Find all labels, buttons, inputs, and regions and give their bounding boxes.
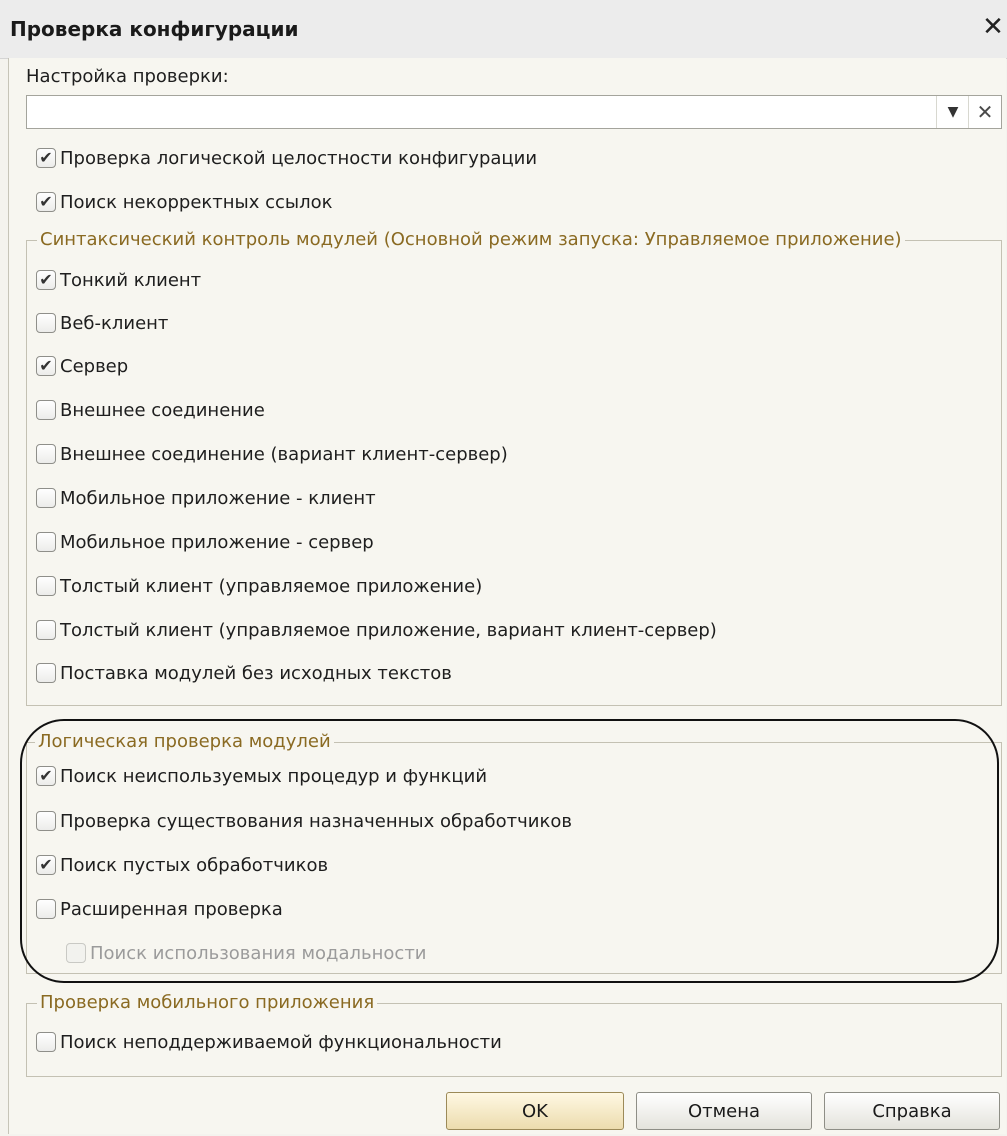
checkbox (66, 943, 86, 963)
checkbox-label: Поиск пустых обработчиков (60, 854, 329, 876)
checkbox-label: Внешнее соединение (вариант клиент-серве… (60, 443, 508, 465)
checkbox-label: Веб-клиент (60, 312, 169, 334)
cancel-button[interactable]: Отмена (636, 1092, 812, 1130)
checkbox[interactable] (36, 576, 56, 596)
check-server[interactable]: ✔ Сервер (36, 352, 128, 380)
check-incorrect-links[interactable]: ✔ Поиск некорректных ссылок (36, 188, 333, 216)
checkbox-label: Поиск некорректных ссылок (60, 191, 333, 213)
checkbox[interactable] (36, 444, 56, 464)
checkbox-label: Проверка логической целостности конфигур… (60, 147, 538, 169)
checkbox[interactable]: ✔ (36, 356, 56, 376)
checkbox[interactable] (36, 488, 56, 508)
checkbox-label: Проверка существования назначенных обраб… (60, 810, 572, 832)
check-thick-client-cs[interactable]: Толстый клиент (управляемое приложение, … (36, 616, 717, 644)
checkbox-label: Мобильное приложение - сервер (60, 531, 374, 553)
help-button[interactable]: Справка (824, 1092, 1000, 1130)
checkbox[interactable] (36, 313, 56, 333)
checkbox[interactable] (36, 899, 56, 919)
checkbox[interactable] (36, 811, 56, 831)
check-thin-client[interactable]: ✔ Тонкий клиент (36, 266, 201, 294)
check-mobile-client[interactable]: Мобильное приложение - клиент (36, 484, 376, 512)
checkbox[interactable]: ✔ (36, 766, 56, 786)
settings-label: Настройка проверки: (26, 66, 229, 87)
check-thick-client[interactable]: Толстый клиент (управляемое приложение) (36, 572, 482, 600)
dropdown-icon[interactable]: ▼ (936, 96, 969, 128)
check-empty-handlers[interactable]: ✔ Поиск пустых обработчиков (36, 851, 328, 879)
checkbox-label: Внешнее соединение (60, 399, 265, 421)
settings-combobox[interactable]: ▼ ✕ (26, 95, 1002, 129)
group-title: Проверка мобильного приложения (37, 992, 378, 1013)
checkbox-label: Поиск неиспользуемых процедур и функций (60, 765, 488, 787)
checkbox[interactable]: ✔ (36, 855, 56, 875)
checkbox-label: Сервер (60, 355, 129, 377)
group-title: Синтаксический контроль модулей (Основно… (37, 229, 905, 250)
checkbox-label: Поиск неподдерживаемой функциональности (60, 1031, 502, 1053)
check-external-connection-cs[interactable]: Внешнее соединение (вариант клиент-серве… (36, 440, 508, 468)
checkbox[interactable]: ✔ (36, 148, 56, 168)
check-mobile-server[interactable]: Мобильное приложение - сервер (36, 528, 374, 556)
checkbox[interactable]: ✔ (36, 192, 56, 212)
title-bar: Проверка конфигурации ✕ (0, 0, 1007, 59)
checkbox-label: Мобильное приложение - клиент (60, 487, 376, 509)
checkbox[interactable] (36, 663, 56, 683)
checkbox-label: Тонкий клиент (60, 269, 202, 291)
settings-input[interactable] (27, 96, 949, 128)
checkbox-label: Поставка модулей без исходных текстов (60, 662, 452, 684)
close-icon[interactable]: ✕ (981, 14, 1005, 40)
checkbox[interactable] (36, 1032, 56, 1052)
group-title: Логическая проверка модулей (35, 731, 334, 752)
check-external-connection[interactable]: Внешнее соединение (36, 396, 265, 424)
check-unused-procedures[interactable]: ✔ Поиск неиспользуемых процедур и функци… (36, 762, 487, 790)
checkbox-label: Поиск использования модальности (90, 942, 427, 964)
check-assigned-handlers[interactable]: Проверка существования назначенных обраб… (36, 807, 572, 835)
checkbox[interactable]: ✔ (36, 270, 56, 290)
ok-button[interactable]: OK (446, 1092, 624, 1130)
checkbox[interactable] (36, 532, 56, 552)
check-extended[interactable]: Расширенная проверка (36, 895, 283, 923)
check-web-client[interactable]: Веб-клиент (36, 309, 168, 337)
check-no-source-delivery[interactable]: Поставка модулей без исходных текстов (36, 659, 452, 687)
check-unsupported-functionality[interactable]: Поиск неподдерживаемой функциональности (36, 1028, 502, 1056)
clear-icon[interactable]: ✕ (968, 96, 1001, 128)
checkbox[interactable] (36, 620, 56, 640)
checkbox-label: Толстый клиент (управляемое приложение, … (60, 619, 717, 641)
check-logical-integrity[interactable]: ✔ Проверка логической целостности конфиг… (36, 144, 537, 172)
window-title: Проверка конфигурации (10, 17, 299, 41)
check-modality-usage: Поиск использования модальности (66, 939, 427, 967)
checkbox[interactable] (36, 400, 56, 420)
checkbox-label: Расширенная проверка (60, 898, 283, 920)
checkbox-label: Толстый клиент (управляемое приложение) (60, 575, 483, 597)
